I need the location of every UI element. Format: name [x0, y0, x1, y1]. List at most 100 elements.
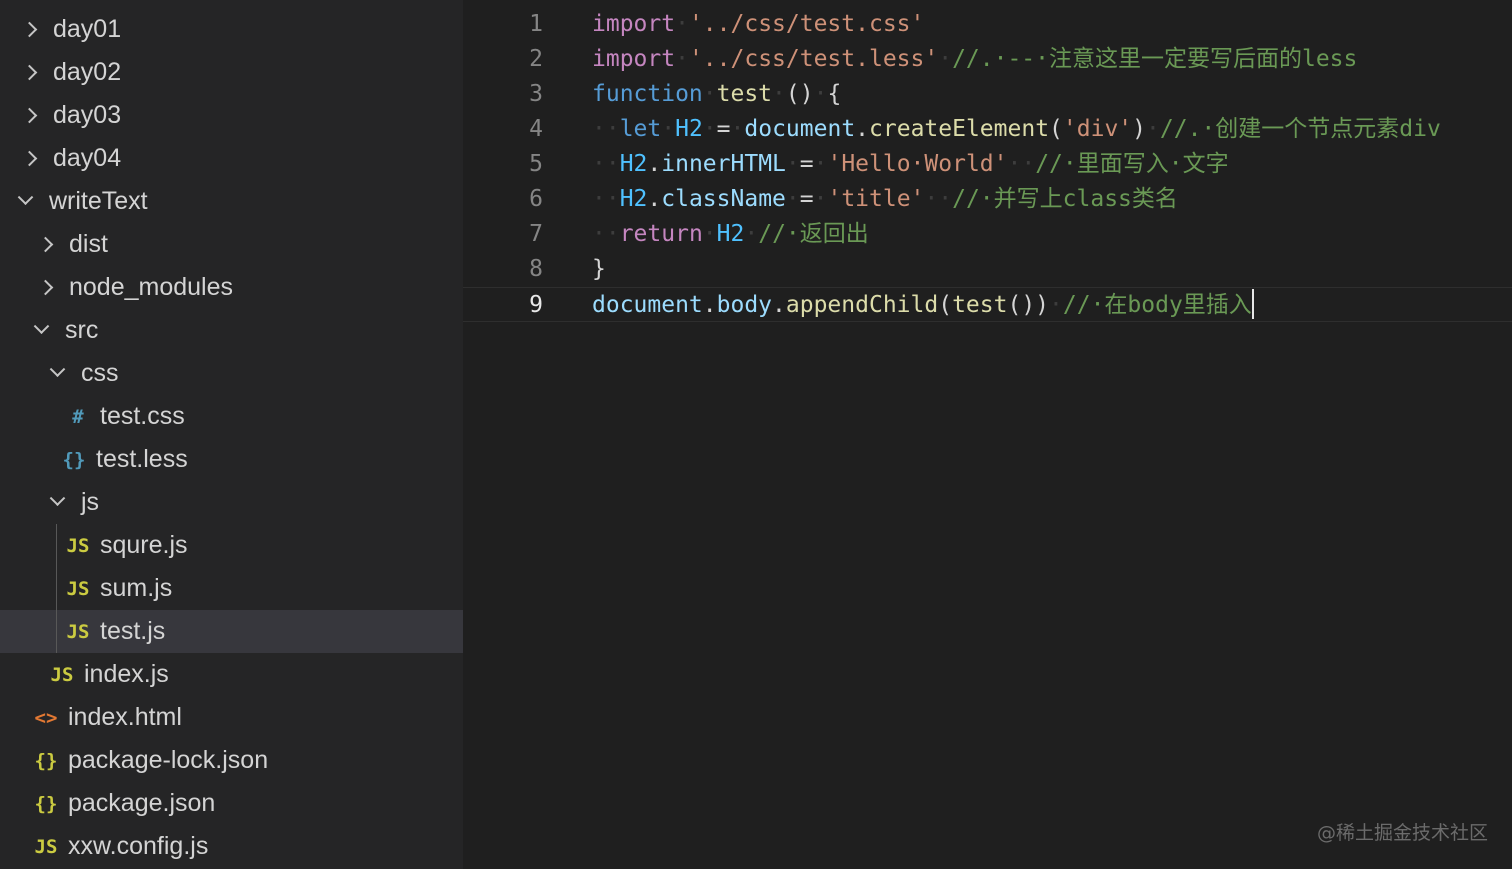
folder-item[interactable]: dist — [0, 223, 463, 266]
code-line[interactable]: 6 ··H2.className·=·'title'··//·并写上class类名 — [463, 182, 1512, 217]
tree-item-label: writeText — [49, 187, 148, 215]
tree-item-label: squre.js — [100, 531, 188, 559]
code-line[interactable]: 5 ··H2.innerHTML·=·'Hello·World'··//·里面写入… — [463, 147, 1512, 182]
code-text: import·'../css/test.css' — [592, 7, 924, 42]
tree-item-label: day02 — [53, 58, 122, 86]
chevron-right-icon — [21, 150, 38, 167]
code-token: ) — [1132, 116, 1147, 142]
json-file-icon: {} — [34, 792, 58, 815]
code-token: H2 — [619, 186, 648, 212]
line-number: 2 — [529, 46, 543, 72]
code-token: () — [785, 81, 814, 107]
code-line[interactable]: 2 import·'../css/test.less'·//.·--·注意这里一定… — [463, 42, 1512, 77]
folder-item[interactable]: css — [0, 352, 463, 395]
watermark: @稀土掘金技术社区 — [1316, 822, 1488, 844]
whitespace-marker: · — [1049, 292, 1063, 318]
folder-item[interactable]: js — [0, 481, 463, 524]
file-item[interactable]: # test.css — [0, 395, 463, 438]
whitespace-marker: · — [1146, 116, 1160, 142]
chevron-down-icon — [33, 318, 50, 335]
json-file-icon: {} — [34, 749, 58, 772]
code-token: ()) — [1007, 292, 1050, 318]
tree-item-label: package-lock.json — [68, 746, 269, 774]
code-token: appendChild — [785, 292, 939, 318]
file-item[interactable]: {} package.json — [0, 782, 463, 825]
js-file-icon: JS — [66, 534, 90, 557]
code-token: //.·--·注意这里一定要写后面的less — [952, 46, 1358, 72]
code-line[interactable]: 1 import·'../css/test.css' — [463, 7, 1512, 42]
code-token: test — [952, 292, 1008, 318]
code-token: . — [855, 116, 870, 142]
code-editor[interactable]: 1 import·'../css/test.css' 2 import·'../css… — [463, 0, 1512, 869]
code-token: 'Hello·World' — [827, 151, 1008, 177]
code-token: . — [702, 292, 717, 318]
chevron-right-icon — [21, 107, 38, 124]
code-text: ··H2.innerHTML·=·'Hello·World'··//·里面写入·… — [592, 147, 1229, 182]
folder-item[interactable]: writeText — [0, 180, 463, 223]
tree-item-label: day01 — [53, 15, 122, 43]
file-item[interactable]: <> index.html — [0, 696, 463, 739]
file-item[interactable]: JS index.js — [0, 653, 463, 696]
whitespace-marker: · — [702, 221, 717, 247]
code-token: document — [592, 292, 703, 318]
line-number: 8 — [529, 256, 543, 282]
code-text: } — [592, 252, 606, 287]
whitespace-marker: ·· — [592, 151, 620, 177]
tree-item-label: day04 — [53, 144, 122, 172]
tree-item-label: xxw.config.js — [68, 832, 209, 860]
code-token: '../css/test.css' — [688, 11, 925, 37]
folder-item[interactable]: node_modules — [0, 266, 463, 309]
code-token: 'title' — [827, 186, 925, 212]
less-file-icon: {} — [62, 448, 86, 471]
line-number: 6 — [529, 186, 543, 212]
code-token: = — [799, 151, 814, 177]
code-token: H2 — [716, 221, 745, 247]
folder-item[interactable]: day03 — [0, 94, 463, 137]
file-item[interactable]: JS test.js — [0, 610, 463, 653]
code-token: } — [592, 256, 606, 282]
code-token: return — [619, 221, 703, 247]
code-line[interactable]: 8} — [463, 252, 1512, 287]
tree-item-label: dist — [69, 230, 108, 258]
code-token: //·返回出 — [758, 221, 869, 247]
whitespace-marker: · — [813, 186, 828, 212]
chevron-down-icon — [49, 490, 66, 507]
code-text: import·'../css/test.less'·//.·--·注意这里一定要… — [592, 42, 1357, 77]
tree-item-label: index.js — [84, 660, 169, 688]
tree-item-label: src — [65, 316, 99, 344]
folder-item[interactable]: day01 — [0, 8, 463, 51]
tree-item-label: package.json — [68, 789, 216, 817]
whitespace-marker: · — [785, 151, 800, 177]
folder-item[interactable]: day02 — [0, 51, 463, 94]
chevron-down-icon — [49, 361, 66, 378]
folder-item[interactable]: day04 — [0, 137, 463, 180]
file-item[interactable]: {} package-lock.json — [0, 739, 463, 782]
chevron-right-icon — [21, 64, 38, 81]
code-line[interactable]: 9 document.body.appendChild(test())·//·在b… — [463, 287, 1512, 322]
folder-item[interactable]: src — [0, 309, 463, 352]
code-token: let — [619, 116, 662, 142]
file-item[interactable]: {} test.less — [0, 438, 463, 481]
css-file-icon: # — [72, 405, 84, 428]
whitespace-marker: ·· — [592, 221, 620, 247]
code-token: 'div' — [1062, 116, 1133, 142]
whitespace-marker: · — [675, 11, 689, 37]
js-file-icon: JS — [66, 620, 90, 643]
line-number: 7 — [529, 221, 543, 247]
code-token: import — [592, 46, 676, 72]
code-line[interactable]: 7 ··return·H2·//·返回出 — [463, 217, 1512, 252]
tree-item-label: node_modules — [69, 273, 234, 301]
tree-item-label: day03 — [53, 101, 122, 129]
tree-item-label: js — [81, 488, 100, 516]
file-item[interactable]: JS sum.js — [0, 567, 463, 610]
whitespace-marker: ·· — [592, 186, 620, 212]
code-text: ··return·H2·//·返回出 — [592, 217, 869, 252]
code-line[interactable]: 4 ··let·H2·=·document.createElement('div'… — [463, 112, 1512, 147]
file-item[interactable]: JS squre.js — [0, 524, 463, 567]
file-item[interactable]: JS xxw.config.js — [0, 825, 463, 868]
code-token: H2 — [619, 151, 648, 177]
code-token: createElement — [869, 116, 1050, 142]
code-token: test — [716, 81, 773, 107]
line-number: 5 — [529, 151, 543, 177]
code-line[interactable]: 3 function·test·()·{ — [463, 77, 1512, 112]
